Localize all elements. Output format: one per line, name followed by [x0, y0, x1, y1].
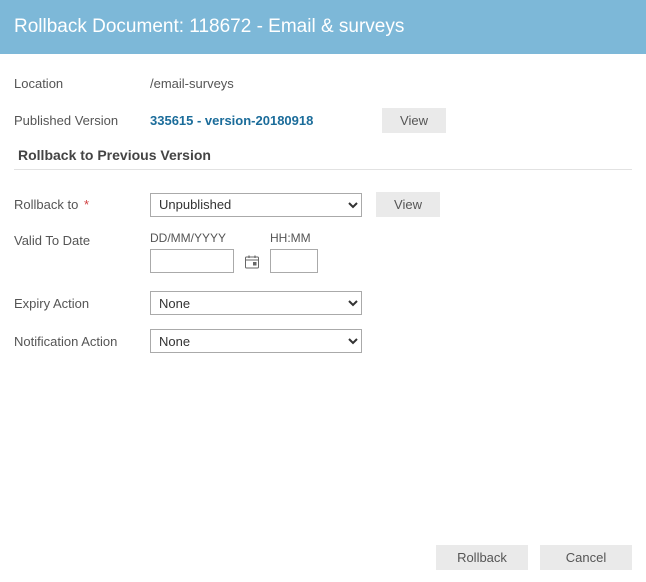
row-expiry-action: Expiry Action None: [14, 291, 632, 315]
time-input[interactable]: [270, 249, 318, 273]
label-location: Location: [14, 76, 150, 91]
row-published-version: Published Version 335615 - version-20180…: [14, 108, 632, 133]
published-version-link[interactable]: 335615 - version-20180918: [150, 113, 313, 128]
rollback-to-select[interactable]: Unpublished: [150, 193, 362, 217]
cancel-button[interactable]: Cancel: [540, 545, 632, 570]
row-notification-action: Notification Action None: [14, 329, 632, 353]
dialog-footer: Rollback Cancel: [0, 545, 646, 570]
label-notification-action: Notification Action: [14, 334, 150, 349]
rollback-to-controls: Unpublished View: [150, 192, 632, 217]
date-time-row: DD/MM/YYYY HH:MM: [150, 231, 318, 273]
section-divider: [14, 169, 632, 170]
view-rollback-button[interactable]: View: [376, 192, 440, 217]
rollback-button[interactable]: Rollback: [436, 545, 528, 570]
label-rollback-to: Rollback to *: [14, 197, 150, 212]
expiry-action-controls: None: [150, 291, 632, 315]
dialog-body: Location /email-surveys Published Versio…: [0, 54, 646, 377]
required-asterisk: *: [84, 197, 89, 212]
label-expiry-action: Expiry Action: [14, 296, 150, 311]
dialog-title: Rollback Document: 118672 - Email & surv…: [14, 16, 404, 37]
section-title: Rollback to Previous Version: [18, 147, 632, 163]
label-valid-to-date: Valid To Date: [14, 231, 150, 248]
date-column: DD/MM/YYYY: [150, 231, 234, 273]
dialog-header: Rollback Document: 118672 - Email & surv…: [0, 0, 646, 54]
date-input[interactable]: [150, 249, 234, 273]
row-valid-to-date: Valid To Date DD/MM/YYYY: [14, 231, 632, 273]
date-sublabel: DD/MM/YYYY: [150, 231, 234, 245]
label-rollback-to-text: Rollback to: [14, 197, 78, 212]
row-location: Location /email-surveys: [14, 72, 632, 94]
location-text: /email-surveys: [150, 76, 234, 91]
value-location-wrap: /email-surveys: [150, 76, 632, 91]
time-sublabel: HH:MM: [270, 231, 318, 245]
expiry-action-select[interactable]: None: [150, 291, 362, 315]
time-column: HH:MM: [270, 231, 318, 273]
row-rollback-to: Rollback to * Unpublished View: [14, 192, 632, 217]
view-published-button[interactable]: View: [382, 108, 446, 133]
label-published-version: Published Version: [14, 113, 150, 128]
notification-action-select[interactable]: None: [150, 329, 362, 353]
value-published-version-wrap: 335615 - version-20180918 View: [150, 108, 632, 133]
valid-to-date-controls: DD/MM/YYYY HH:MM: [150, 231, 632, 273]
calendar-icon[interactable]: [244, 254, 260, 270]
notification-action-controls: None: [150, 329, 632, 353]
